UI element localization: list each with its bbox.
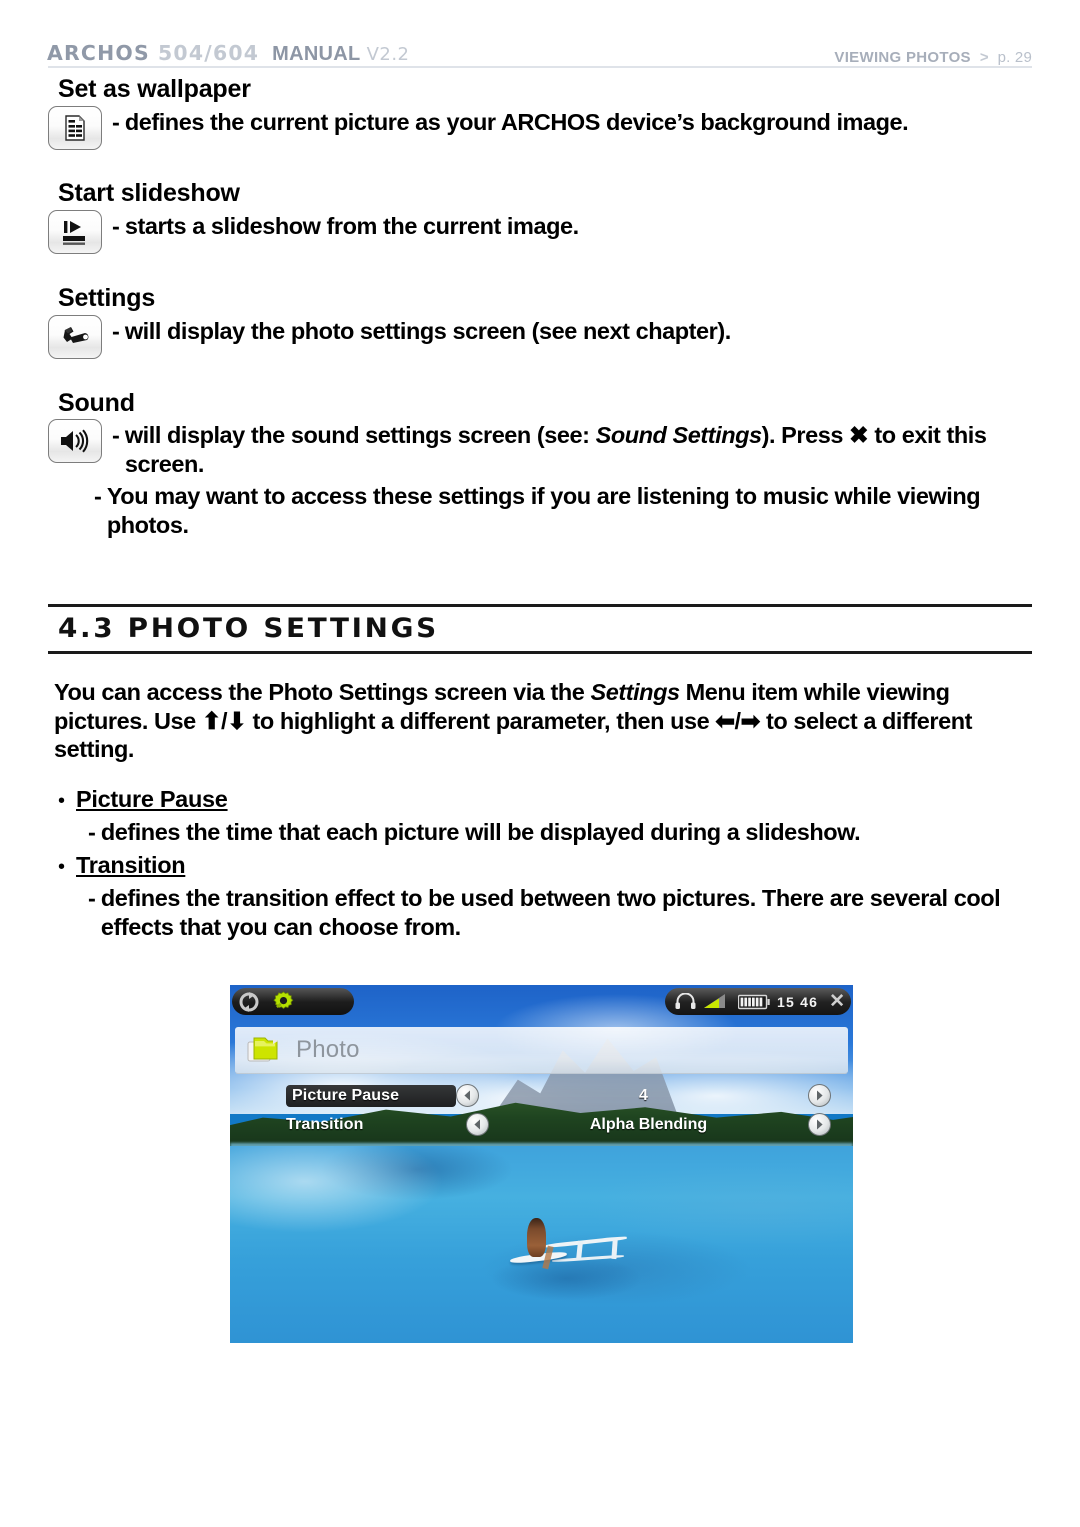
- setting-value: Alpha Blending: [589, 1115, 708, 1133]
- speaker-icon: [48, 419, 102, 463]
- device-panel-title: Photo: [296, 1036, 360, 1063]
- brand-manual-label: MANUAL: [272, 43, 361, 65]
- photo-folder-icon: [247, 1034, 283, 1066]
- entry-description-text: starts a slideshow from the current imag…: [124, 213, 579, 239]
- section-title: 4.3 PHOTO SETTINGS: [58, 613, 439, 644]
- wrench-icon: [48, 315, 102, 359]
- sound-settings-emphasis: Sound Settings: [595, 422, 762, 448]
- page-header: ARCHOS 504/604 MANUAL V2.2 VIEWING PHOTO…: [46, 36, 1032, 66]
- device-clock: 15 46: [777, 993, 819, 1010]
- entry-subnote-sound: - You may want to access these settings …: [94, 482, 1024, 539]
- section-rule-top: [48, 604, 1032, 607]
- device-setting-row-picture-pause[interactable]: Picture Pause 4: [286, 1083, 831, 1108]
- slideshow-play-icon: [48, 210, 102, 254]
- section-title-text: PHOTO SETTINGS: [127, 613, 439, 644]
- document-lines-icon: [48, 106, 102, 150]
- entry-description-sound: - will display the sound settings screen…: [112, 421, 1012, 478]
- brand-model: 504/604: [157, 41, 260, 65]
- canoe-person: [527, 1217, 546, 1257]
- arrow-right-icon[interactable]: [808, 1084, 831, 1107]
- section-intro-paragraph: You can access the Photo Settings screen…: [54, 678, 1032, 764]
- gear-wrench-icon[interactable]: [272, 990, 295, 1013]
- section-number: 4.3: [58, 613, 116, 644]
- arrow-left-icon[interactable]: [456, 1084, 479, 1107]
- bullet-marker: •: [58, 790, 66, 812]
- device-panel-header: Photo: [235, 1027, 848, 1074]
- intro-part1: You can access the Photo Settings screen…: [54, 679, 591, 705]
- header-brand: ARCHOS 504/604 MANUAL V2.2: [46, 41, 410, 66]
- bullet-marker: •: [58, 856, 66, 878]
- list-dash: -: [88, 885, 96, 911]
- list-dash: -: [88, 819, 96, 845]
- section-rule-bottom: [48, 651, 1032, 654]
- arrow-right-icon[interactable]: [808, 1113, 831, 1136]
- bullet-heading: Transition: [76, 852, 186, 878]
- breadcrumb-page-number: p. 29: [997, 49, 1032, 66]
- header-divider: [48, 66, 1032, 68]
- setting-label: Picture Pause: [286, 1084, 456, 1107]
- arrow-left-icon[interactable]: [466, 1113, 489, 1136]
- volume-wedge-icon: [703, 993, 731, 1010]
- entry-description-text: defines the current picture as your ARCH…: [124, 109, 909, 135]
- entry-description-start-slideshow: - starts a slideshow from the current im…: [112, 212, 1032, 241]
- close-x-icon[interactable]: ✕: [829, 992, 845, 1011]
- device-toolbar-right: 15 46 ✕: [665, 988, 851, 1015]
- list-dash: -: [112, 318, 120, 344]
- entry-heading: Start slideshow: [58, 179, 240, 207]
- device-setting-row-transition[interactable]: Transition Alpha Blending: [286, 1112, 831, 1137]
- rotate-refresh-icon[interactable]: [238, 991, 260, 1013]
- entry-description-settings: - will display the photo settings screen…: [112, 317, 1032, 346]
- entry-title-settings: Settings: [58, 284, 156, 312]
- brand-version: V2.2: [366, 44, 410, 65]
- settings-emphasis: Settings: [590, 679, 680, 705]
- bullet-description-transition: - defines the transition effect to be us…: [88, 884, 1032, 941]
- bullet-description-text: defines the time that each picture will …: [100, 819, 861, 845]
- entry-title-set-as-wallpaper: Set as wallpaper: [58, 75, 251, 103]
- entry-description-text: will display the sound settings screen (…: [125, 421, 1012, 478]
- photo-outrigger-canoe: [507, 1217, 632, 1278]
- brand-name: ARCHOS: [46, 41, 150, 65]
- bullet-picture-pause: • Picture Pause: [58, 786, 228, 813]
- header-breadcrumb: VIEWING PHOTOS > p. 29: [834, 49, 1032, 66]
- bullet-heading: Picture Pause: [76, 786, 228, 812]
- entry-heading: Set as wallpaper: [58, 75, 251, 103]
- list-dash: -: [94, 483, 102, 509]
- bullet-transition: • Transition: [58, 852, 186, 879]
- sound-desc-part1: will display the sound settings screen (…: [124, 422, 596, 448]
- entry-title-start-slideshow: Start slideshow: [58, 179, 240, 207]
- bullet-description-text: defines the transition effect to be used…: [100, 885, 1001, 940]
- bullet-description-picture-pause: - defines the time that each picture wil…: [88, 818, 1032, 847]
- device-screenshot: 15 46 ✕ Photo Picture Pause 4 Transition…: [230, 985, 853, 1343]
- device-toolbar-left: [232, 988, 354, 1015]
- entry-heading: Sound: [58, 389, 135, 417]
- list-dash: -: [112, 422, 120, 448]
- breadcrumb-section: VIEWING PHOTOS: [834, 49, 971, 66]
- list-dash: -: [112, 109, 120, 135]
- setting-value: 4: [639, 1086, 648, 1104]
- battery-icon: [738, 994, 770, 1010]
- entry-subnote-text: You may want to access these settings if…: [106, 483, 981, 538]
- setting-label: Transition: [286, 1115, 364, 1133]
- manual-page: ARCHOS 504/604 MANUAL V2.2 VIEWING PHOTO…: [0, 0, 1080, 1527]
- headphone-icon: [675, 993, 696, 1010]
- entry-heading: Settings: [58, 284, 156, 312]
- list-dash: -: [112, 213, 120, 239]
- entry-description-set-as-wallpaper: - defines the current picture as your AR…: [112, 108, 1032, 137]
- breadcrumb-separator: >: [979, 49, 989, 66]
- entry-title-sound: Sound: [58, 389, 135, 417]
- entry-description-text: will display the photo settings screen (…: [124, 318, 731, 344]
